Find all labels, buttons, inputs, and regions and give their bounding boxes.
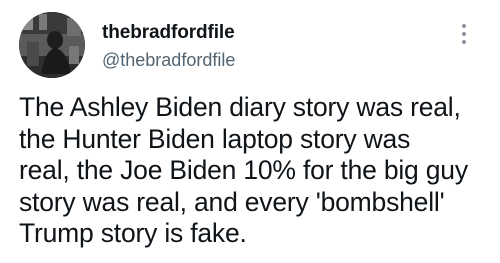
tweet-text: The Ashley Biden diary story was real, t… [19, 92, 468, 248]
avatar[interactable] [19, 12, 85, 78]
tweet-card: thebradfordfile @thebradfordfile The Ash… [0, 0, 500, 263]
author-handle[interactable]: @thebradfordfile [102, 50, 235, 71]
author-display-name[interactable]: thebradfordfile [102, 22, 235, 44]
profile-photo-icon [19, 12, 85, 78]
more-options-icon[interactable] [455, 22, 473, 46]
